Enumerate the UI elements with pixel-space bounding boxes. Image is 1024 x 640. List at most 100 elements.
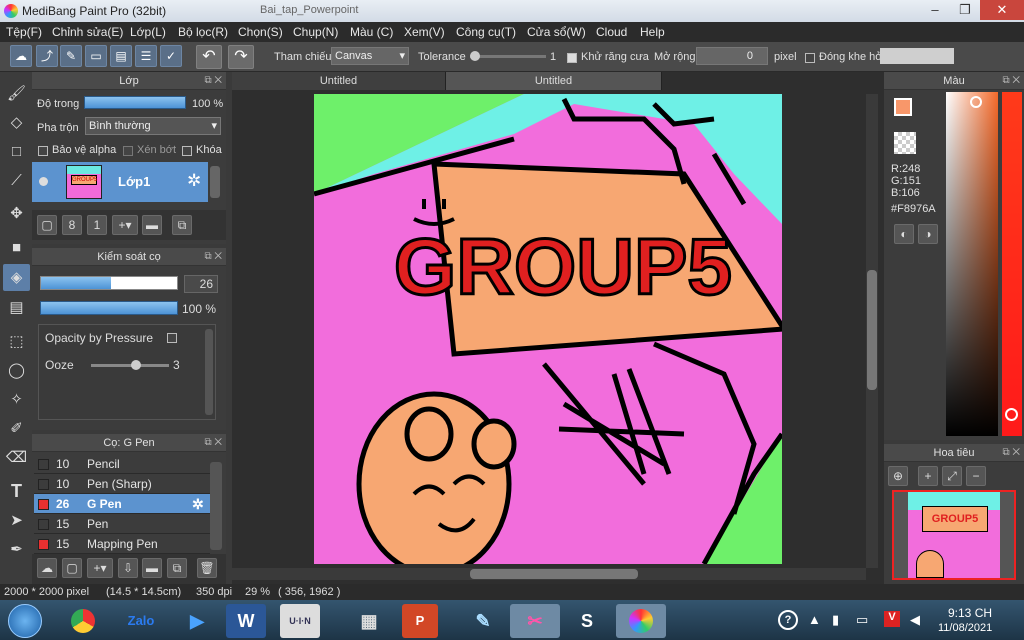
antialias-checkbox[interactable] <box>567 53 577 63</box>
tab-untitled-1[interactable]: Untitled <box>232 72 446 90</box>
visibility-icon[interactable] <box>39 177 48 186</box>
cloud-icon[interactable]: ☁ <box>10 45 32 67</box>
minimize-icon[interactable]: – <box>920 0 950 20</box>
tab-untitled-2[interactable]: Untitled <box>446 72 662 90</box>
hue-slider[interactable] <box>1002 92 1022 436</box>
brush-import-icon[interactable]: ⇩ <box>118 558 138 578</box>
protect-alpha-checkbox[interactable] <box>38 146 48 156</box>
select-eraser-icon[interactable]: ⌫ <box>3 444 30 471</box>
menu-select[interactable]: Chọn(S) <box>238 25 283 39</box>
zoom-app-icon[interactable]: ▶ <box>172 604 222 638</box>
vietkey-icon[interactable]: V <box>884 611 900 627</box>
menu-snap[interactable]: Chụp(N) <box>293 25 338 39</box>
comment-icon[interactable]: ✎ <box>60 45 82 67</box>
zoom-out-icon[interactable]: − <box>966 466 986 486</box>
color-sv-picker[interactable] <box>946 92 998 436</box>
start-button[interactable] <box>8 604 42 638</box>
undo-icon[interactable]: ↶ <box>196 45 222 69</box>
brush-size-slider[interactable] <box>40 276 178 290</box>
restore-icon[interactable]: ❐ <box>950 0 980 20</box>
menu-tools[interactable]: Công cụ(T) <box>456 25 516 39</box>
new-1bit-layer-icon[interactable]: 1 <box>87 215 107 235</box>
power-icon[interactable]: ▭ <box>856 612 868 628</box>
skype-icon[interactable]: S <box>562 604 612 638</box>
checklist-icon[interactable]: ✓ <box>160 45 182 67</box>
brush-tool-icon[interactable]: 🖌 <box>3 80 30 107</box>
primary-color-swatch[interactable] <box>894 98 912 116</box>
opacity-pressure-checkbox[interactable] <box>167 333 177 343</box>
brush-delete-icon[interactable]: 🗑 <box>197 558 217 578</box>
snipping-tool-icon[interactable]: ✂ <box>510 604 560 638</box>
navigator-preview[interactable]: GROUP5 <box>892 490 1016 580</box>
brush-item-mapping-pen[interactable]: 15 Mapping Pen <box>34 534 210 554</box>
reference-select[interactable]: Canvas ▾ <box>331 47 409 65</box>
calculator-icon[interactable]: ▦ <box>344 604 394 638</box>
menu-view[interactable]: Xem(V) <box>404 25 445 39</box>
magic-wand-icon[interactable]: ✧ <box>3 386 30 413</box>
medibang-icon[interactable] <box>616 604 666 638</box>
close-icon[interactable]: ✕ <box>980 0 1024 20</box>
menu-cloud[interactable]: Cloud <box>596 25 627 39</box>
brush-options-scrollbar[interactable] <box>205 329 213 415</box>
brush-item-g-pen[interactable]: 26 G Pen ✲ <box>34 494 210 514</box>
layer-opacity-bar[interactable] <box>84 96 186 109</box>
help-tray-icon[interactable]: ? <box>778 610 798 630</box>
shape-tool-icon[interactable]: □ <box>3 138 30 165</box>
powerpoint-icon[interactable]: P <box>402 604 438 638</box>
layer-scrollbar[interactable] <box>210 166 220 198</box>
brush-opacity-bar[interactable] <box>40 301 178 315</box>
bucket-tool-icon[interactable]: ◈ <box>3 264 30 291</box>
brush-settings-gear-icon[interactable]: ✲ <box>192 494 204 514</box>
new-brush-icon[interactable]: ▢ <box>62 558 82 578</box>
line-tool-icon[interactable]: ⟋ <box>3 167 30 194</box>
select-pen-icon[interactable]: ✐ <box>3 415 30 442</box>
folder-icon[interactable]: ▬ <box>142 215 162 235</box>
notepad-icon[interactable]: ✎ <box>458 604 508 638</box>
clock-time[interactable]: 9:13 CH <box>948 606 992 620</box>
brush-item-pen[interactable]: 15 Pen <box>34 514 210 534</box>
brush-duplicate-icon[interactable]: ⧉ <box>167 558 187 578</box>
eyedropper-tool-icon[interactable]: ✒ <box>3 536 30 563</box>
drawing-canvas[interactable]: GROUP5 <box>314 94 782 564</box>
doc-icon[interactable]: ▤ <box>110 45 132 67</box>
blend-select[interactable]: Bình thường ▾ <box>85 117 221 135</box>
gap-slider[interactable] <box>880 48 954 64</box>
text-tool-icon[interactable]: T <box>3 478 30 505</box>
canvas-horizontal-scrollbar[interactable] <box>232 568 866 580</box>
menu-file[interactable]: Tệp(F) <box>6 25 42 39</box>
brush-folder-icon[interactable]: ▬ <box>142 558 162 578</box>
color-palette-icon[interactable]: ◐ <box>894 224 914 244</box>
menu-window[interactable]: Cửa sổ(W) <box>527 25 586 39</box>
rect-select-icon[interactable]: ⬚ <box>3 328 30 355</box>
add-layer-menu-icon[interactable]: +▾ <box>112 215 138 235</box>
transparent-color-icon[interactable] <box>894 132 916 154</box>
menu-layer[interactable]: Lớp(L) <box>130 25 166 39</box>
share-icon[interactable]: ⤴ <box>36 45 58 67</box>
gap-checkbox[interactable] <box>805 53 815 63</box>
brush-item-pen-sharp[interactable]: 10 Pen (Sharp) <box>34 474 210 494</box>
menu-edit[interactable]: Chỉnh sửa(E) <box>52 25 123 39</box>
tolerance-slider[interactable] <box>470 51 546 61</box>
ooze-slider[interactable] <box>91 360 169 370</box>
list-icon[interactable]: ☰ <box>135 45 157 67</box>
lasso-select-icon[interactable]: ◯ <box>3 357 30 384</box>
clip-checkbox[interactable] <box>123 146 133 156</box>
word-icon[interactable]: W <box>226 604 266 638</box>
lock-checkbox[interactable] <box>182 146 192 156</box>
fullscreen-icon[interactable]: ⤢ <box>942 466 962 486</box>
layer-settings-gear-icon[interactable]: ✲ <box>187 171 201 191</box>
chat-icon[interactable]: ▭ <box>85 45 107 67</box>
gradient-tool-icon[interactable]: ▤ <box>3 294 30 321</box>
zoom-in-icon[interactable]: + <box>918 466 938 486</box>
eraser-tool-icon[interactable]: ◇ <box>3 109 30 136</box>
network-icon[interactable]: ▲ <box>808 612 821 627</box>
menu-help[interactable]: Help <box>640 25 665 39</box>
unikey-icon[interactable]: U·I·N <box>280 604 320 638</box>
fill-rect-tool-icon[interactable]: ■ <box>3 234 30 261</box>
duplicate-layer-icon[interactable]: ⧉ <box>172 215 192 235</box>
operation-tool-icon[interactable]: ➤ <box>3 507 30 534</box>
redo-icon[interactable]: ↷ <box>228 45 254 69</box>
brush-list-scrollbar[interactable] <box>210 462 222 550</box>
brush-cloud-icon[interactable]: ☁ <box>37 558 57 578</box>
new-layer-icon[interactable]: ▢ <box>37 215 57 235</box>
